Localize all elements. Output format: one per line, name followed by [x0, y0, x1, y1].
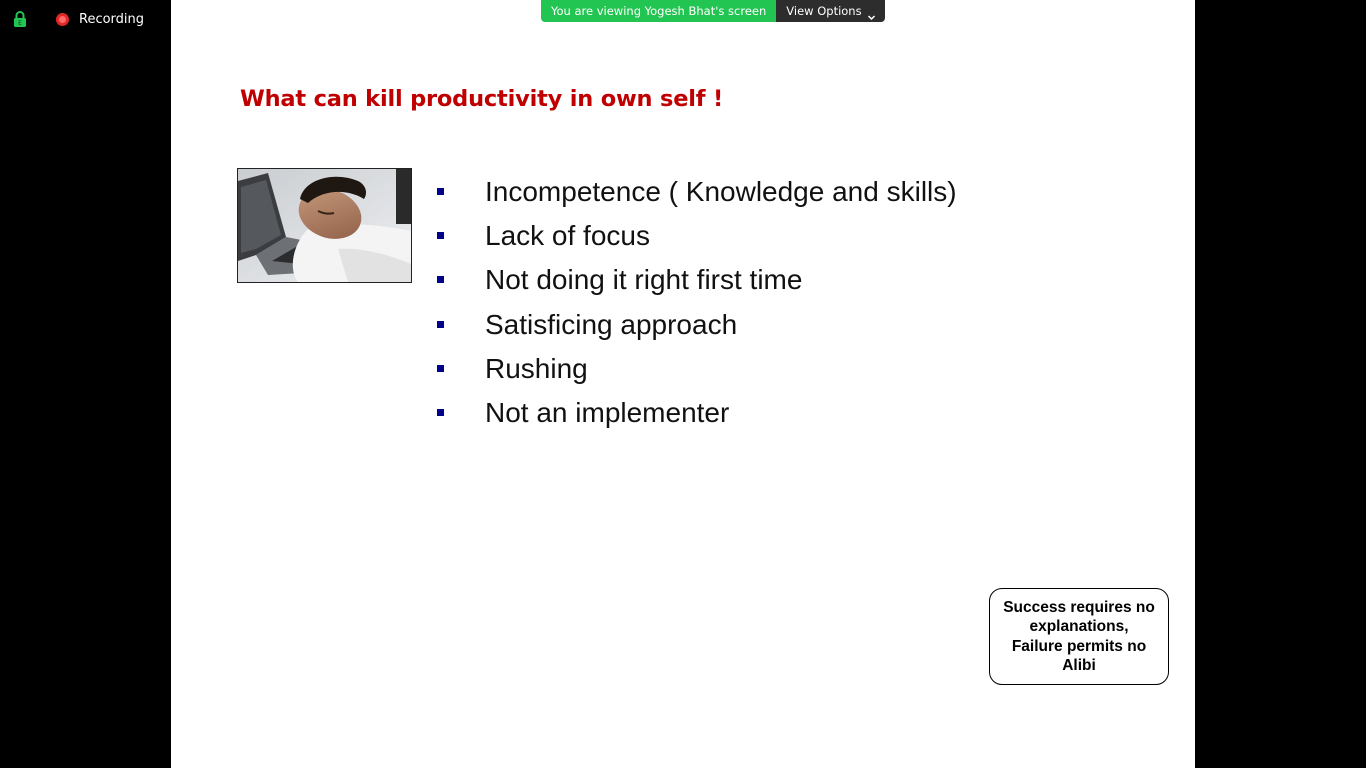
view-options-button[interactable]: View Options: [776, 0, 885, 22]
viewing-notice: You are viewing Yogesh Bhat's screen: [541, 0, 777, 22]
square-bullet-icon: [437, 276, 444, 284]
recording-label: Recording: [79, 12, 145, 27]
sleeping-man-photo: [237, 168, 412, 283]
square-bullet-icon: [437, 320, 444, 328]
slide-title: What can kill productivity in own self !: [240, 86, 724, 112]
bullet-list: Incompetence ( Knowledge and skills) Lac…: [436, 170, 957, 435]
record-dot-icon: [56, 13, 69, 26]
shared-screen-slide: What can kill productivity in own self !: [171, 0, 1195, 768]
bullet-text: Satisficing approach: [485, 308, 738, 340]
bullet-text: Rushing: [485, 352, 588, 384]
bullet-item: Lack of focus: [436, 214, 957, 258]
bullet-item: Satisficing approach: [436, 303, 957, 347]
bullet-text: Not doing it right first time: [485, 264, 803, 296]
bullet-text: Not an implementer: [485, 397, 730, 429]
screen-share-banner: You are viewing Yogesh Bhat's screen Vie…: [541, 0, 885, 22]
quote-text: Success requires no explanations, Failur…: [1003, 598, 1155, 675]
recording-indicator[interactable]: Recording: [56, 12, 144, 27]
view-options-label: View Options: [786, 4, 862, 18]
svg-text:E: E: [18, 20, 22, 27]
quote-callout: Success requires no explanations, Failur…: [989, 588, 1169, 685]
encryption-lock-icon[interactable]: E: [13, 11, 27, 27]
square-bullet-icon: [437, 408, 444, 416]
bullet-item: Rushing: [436, 347, 957, 391]
square-bullet-icon: [437, 364, 444, 372]
bullet-item: Not an implementer: [436, 391, 957, 435]
square-bullet-icon: [437, 188, 444, 195]
square-bullet-icon: [437, 232, 444, 240]
bullet-text: Incompetence ( Knowledge and skills): [485, 176, 957, 208]
bullet-item: Not doing it right first time: [436, 258, 957, 302]
chevron-down-icon: [867, 7, 876, 20]
bullet-item: Incompetence ( Knowledge and skills): [436, 170, 957, 214]
bullet-text: Lack of focus: [485, 220, 650, 252]
